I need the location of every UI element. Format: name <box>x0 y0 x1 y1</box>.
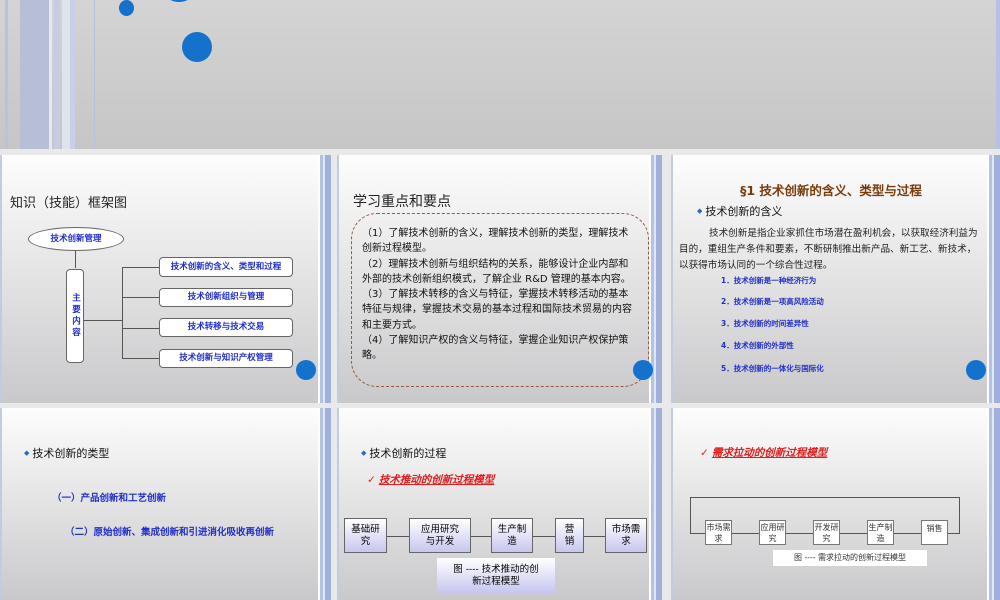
decor-stripe <box>62 0 70 149</box>
process-step: 生产制造 <box>491 518 533 553</box>
content-node: 技术创新组织与管理 <box>159 288 293 307</box>
connector <box>122 267 160 268</box>
connector <box>84 320 122 321</box>
decor-stripe <box>20 0 49 149</box>
connector <box>122 328 160 329</box>
slide-edge <box>318 408 331 600</box>
slide-5-thumbnail[interactable]: 技术创新的类型 （一）产品创新和工艺创新 （二）原始创新、集成创新和引进消化吸收… <box>0 408 331 600</box>
list-item: 3．技术创新的时间差异性 <box>721 319 809 328</box>
connector <box>122 267 123 359</box>
connector <box>122 297 160 298</box>
key-point: （3）了解技术转移的含义与特征，掌握技术转移活动的基本特征与规律，掌握技术交易的… <box>362 289 632 331</box>
flow-arrow <box>471 536 491 537</box>
slide-title: 学习重点和要点 <box>353 194 451 210</box>
process-step: 开发研究 <box>813 520 840 545</box>
decor-circle <box>182 32 212 62</box>
flow-arrow <box>786 533 813 534</box>
slide-edge <box>987 408 1000 600</box>
decor-circle <box>966 360 986 380</box>
type-item: （二）原始创新、集成创新和引进消化吸收再创新 <box>65 527 275 538</box>
process-step: 销售 <box>921 520 948 545</box>
process-step: 市场需求 <box>705 520 732 545</box>
decor-stripe <box>94 0 95 149</box>
slide-6-thumbnail[interactable]: 技术创新的过程 技术推动的创新过程模型 基础研究 应用研究与开发 生产制造 营销… <box>337 408 662 600</box>
decor-circle <box>296 360 316 380</box>
slide-1-thumbnail[interactable] <box>0 0 1000 149</box>
list-item: 5．技术创新的一体化与国际化 <box>721 364 824 373</box>
flow-arrow <box>840 533 867 534</box>
content-node: 技术创新的含义、类型和过程 <box>159 257 293 277</box>
content-node: 技术创新与知识产权管理 <box>159 349 293 368</box>
main-node-label: 主要内容 <box>70 293 81 339</box>
decor-circle <box>633 360 653 380</box>
figure-caption: 图 ---- 技术推动的创新过程模型 <box>437 558 555 593</box>
decor-stripe <box>5 0 8 149</box>
list-item: 2．技术创新是一项高风险活动 <box>721 297 824 306</box>
decor-stripe <box>70 0 75 149</box>
process-step: 应用研究 <box>759 520 786 545</box>
model-subtitle: 技术推动的创新过程模型 <box>367 472 495 487</box>
section-bullet: 技术创新的过程 <box>361 445 446 461</box>
process-step: 营销 <box>555 518 584 553</box>
decor-circle <box>166 0 192 2</box>
slide-title: §1 技术创新的含义、类型与过程 <box>740 183 922 198</box>
decor-circle <box>119 0 134 16</box>
flow-arrow <box>732 533 759 534</box>
process-step: 基础研究 <box>344 518 387 553</box>
slide-3-thumbnail[interactable]: 学习重点和要点 （1）了解技术创新的含义，理解技术创新的类型，理解技术创新过程模… <box>337 155 662 403</box>
decor-stripe <box>49 0 52 149</box>
flow-arrow <box>584 536 605 537</box>
slide-edge <box>318 155 331 403</box>
connector <box>122 358 160 359</box>
type-item: （一）产品创新和工艺创新 <box>52 493 167 504</box>
flow-arrow <box>690 533 705 534</box>
key-points-box: （1）了解技术创新的含义，理解技术创新的类型，理解技术创新过程模型。 （2）理解… <box>351 213 649 387</box>
section-bullet: 技术创新的含义 <box>697 203 782 219</box>
connector <box>75 251 76 268</box>
key-point: （2）理解技术创新与组织结构的关系，能够设计企业内部和外部的技术创新组织模式，了… <box>362 258 631 285</box>
list-item: 1．技术创新是一种经济行为 <box>721 276 817 285</box>
decor-stripe <box>54 0 60 149</box>
key-point: （4）了解知识产权的含义与特征，掌握企业知识产权保护策略。 <box>362 335 629 362</box>
flow-arrow <box>387 536 409 537</box>
key-point: （1）了解技术创新的含义，理解技术创新的类型，理解技术创新过程模型。 <box>362 228 629 255</box>
main-node: 主要内容 <box>66 269 84 363</box>
definition-paragraph: 技术创新是指企业家抓住市场潜在盈利机会，以获取经济利益为目的，重组生产条件和要素… <box>679 228 978 271</box>
decor-stripe <box>996 0 1000 149</box>
slide-4-thumbnail[interactable]: §1 技术创新的含义、类型与过程 技术创新的含义 技术创新是指企业家抓住市场潜在… <box>671 155 1000 403</box>
flow-arrow <box>894 533 921 534</box>
process-step: 生产制造 <box>867 520 894 545</box>
flow-arrow <box>948 533 960 534</box>
process-step: 市场需求 <box>605 518 647 553</box>
slide-title: 知识（技能）框架图 <box>10 196 128 211</box>
slide-7-thumbnail[interactable]: 需求拉动的创新过程模型 市场需求 应用研究 开发研究 生产制造 销售 图 ---… <box>671 408 1000 600</box>
figure-caption: 图 ---- 需求拉动的创新过程模型 <box>773 550 927 566</box>
process-step: 应用研究与开发 <box>409 518 471 553</box>
section-bullet: 技术创新的类型 <box>24 445 109 461</box>
slide-edge <box>649 408 662 600</box>
flow-arrow <box>533 536 555 537</box>
slide-2-thumbnail[interactable]: 知识（技能）框架图 技术创新管理 主要内容 技术创新的含义、类型和过程 技术创新… <box>0 155 331 403</box>
root-node: 技术创新管理 <box>28 227 124 251</box>
model-subtitle: 需求拉动的创新过程模型 <box>700 445 828 460</box>
list-item: 4．技术创新的外部性 <box>721 341 794 350</box>
content-node: 技术转移与技术交易 <box>159 318 293 337</box>
